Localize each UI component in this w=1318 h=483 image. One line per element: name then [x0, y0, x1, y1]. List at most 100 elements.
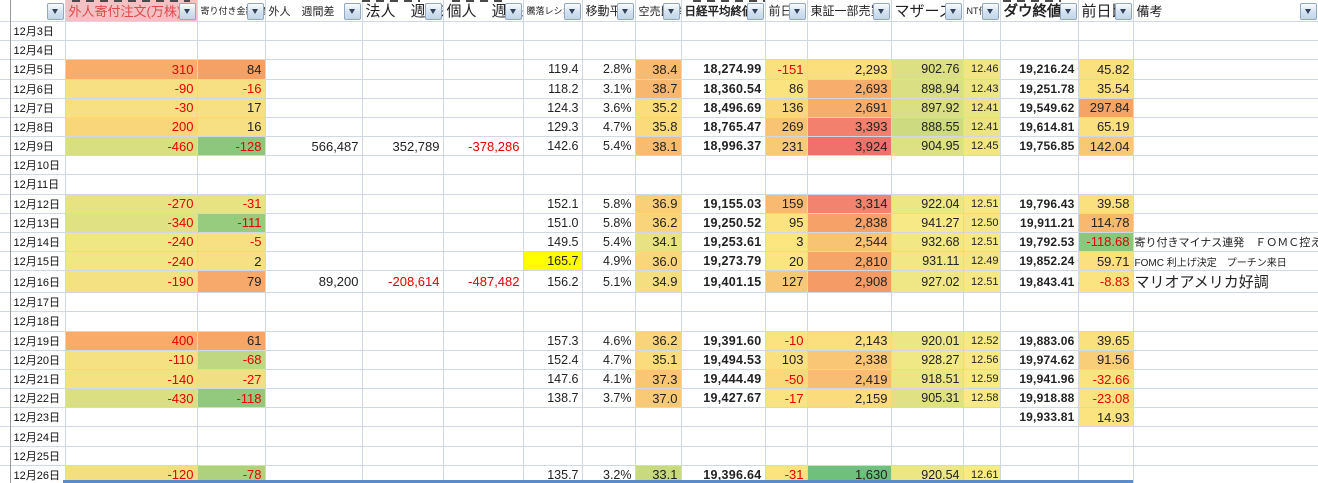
cell-tosho_volume[interactable] [807, 312, 891, 331]
filter-dropdown-button-dow_diff[interactable] [1115, 3, 1132, 20]
cell-opening_amount[interactable]: -16 [197, 79, 265, 98]
cell-short_ratio[interactable] [635, 41, 681, 60]
cell-short_ratio[interactable] [635, 312, 681, 331]
cell-kojin_week[interactable]: -487,482 [443, 271, 523, 293]
cell-nt_ratio[interactable]: 12.50 [963, 213, 1000, 232]
cell-short_ratio[interactable]: 38.7 [635, 79, 681, 98]
cell-gaijin_orders[interactable]: -240 [65, 252, 197, 271]
cell-gaijin_orders[interactable]: -340 [65, 213, 197, 232]
cell-hojin_week[interactable] [362, 427, 443, 446]
cell-nt_ratio[interactable]: 12.56 [963, 350, 1000, 369]
cell-nikkei_close[interactable] [681, 446, 765, 465]
cell-toraku_ratio[interactable] [523, 41, 582, 60]
cell-dow_diff[interactable] [1078, 41, 1133, 60]
cell-kojin_week[interactable] [443, 446, 523, 465]
cell-dow_diff[interactable]: 142.04 [1078, 137, 1133, 156]
cell-nt_ratio[interactable] [963, 156, 1000, 175]
cell-nikkei_diff[interactable] [765, 427, 807, 446]
cell-dow_close[interactable]: 19,852.24 [1000, 252, 1078, 271]
cell-gaijin_week[interactable] [265, 427, 362, 446]
cell-nt_ratio[interactable]: 12.51 [963, 271, 1000, 293]
cell-mothers[interactable]: 918.51 [891, 369, 963, 388]
cell-nt_ratio[interactable] [963, 293, 1000, 312]
cell-moving_avg[interactable] [582, 293, 635, 312]
cell-gaijin_week[interactable] [265, 350, 362, 369]
cell-short_ratio[interactable] [635, 175, 681, 194]
cell-nikkei_close[interactable] [681, 408, 765, 427]
cell-short_ratio[interactable]: 34.9 [635, 271, 681, 293]
cell-opening_amount[interactable] [197, 156, 265, 175]
cell-short_ratio[interactable]: 36.2 [635, 331, 681, 350]
cell-tosho_volume[interactable]: 2,143 [807, 331, 891, 350]
cell-kojin_week[interactable] [443, 22, 523, 41]
cell-short_ratio[interactable]: 37.0 [635, 389, 681, 408]
cell-opening_amount[interactable]: -128 [197, 137, 265, 156]
cell-short_ratio[interactable]: 38.4 [635, 60, 681, 79]
cell-remarks[interactable] [1133, 156, 1318, 175]
cell-gaijin_orders[interactable]: -430 [65, 389, 197, 408]
cell-remarks[interactable] [1133, 369, 1318, 388]
date-cell[interactable]: 12月5日 [10, 60, 65, 79]
cell-tosho_volume[interactable] [807, 408, 891, 427]
cell-kojin_week[interactable] [443, 156, 523, 175]
cell-toraku_ratio[interactable]: 151.0 [523, 213, 582, 232]
cell-nikkei_diff[interactable]: 3 [765, 232, 807, 251]
date-cell[interactable]: 12月12日 [10, 194, 65, 213]
cell-remarks[interactable] [1133, 446, 1318, 465]
cell-gaijin_orders[interactable] [65, 408, 197, 427]
cell-nikkei_diff[interactable] [765, 22, 807, 41]
cell-toraku_ratio[interactable] [523, 427, 582, 446]
cell-nikkei_close[interactable] [681, 22, 765, 41]
cell-nikkei_close[interactable]: 19,444.49 [681, 369, 765, 388]
cell-gaijin_orders[interactable]: -90 [65, 79, 197, 98]
cell-moving_avg[interactable]: 5.8% [582, 194, 635, 213]
cell-tosho_volume[interactable]: 2,544 [807, 232, 891, 251]
cell-nikkei_diff[interactable] [765, 312, 807, 331]
cell-toraku_ratio[interactable]: 118.2 [523, 79, 582, 98]
cell-hojin_week[interactable] [362, 194, 443, 213]
cell-nikkei_close[interactable]: 19,253.61 [681, 232, 765, 251]
date-cell[interactable]: 12月4日 [10, 41, 65, 60]
cell-moving_avg[interactable] [582, 175, 635, 194]
cell-nikkei_diff[interactable]: 269 [765, 117, 807, 136]
cell-dow_diff[interactable] [1078, 312, 1133, 331]
cell-nikkei_close[interactable] [681, 41, 765, 60]
cell-tosho_volume[interactable]: 3,924 [807, 137, 891, 156]
cell-moving_avg[interactable] [582, 156, 635, 175]
cell-tosho_volume[interactable] [807, 175, 891, 194]
cell-kojin_week[interactable] [443, 350, 523, 369]
cell-gaijin_week[interactable]: 566,487 [265, 137, 362, 156]
cell-short_ratio[interactable] [635, 446, 681, 465]
date-cell[interactable]: 12月26日 [10, 465, 65, 483]
cell-dow_diff[interactable] [1078, 427, 1133, 446]
cell-toraku_ratio[interactable]: 147.6 [523, 369, 582, 388]
cell-moving_avg[interactable]: 4.9% [582, 252, 635, 271]
date-cell[interactable]: 12月8日 [10, 117, 65, 136]
cell-tosho_volume[interactable]: 3,314 [807, 194, 891, 213]
date-cell[interactable]: 12月19日 [10, 331, 65, 350]
cell-nt_ratio[interactable]: 12.43 [963, 79, 1000, 98]
cell-nt_ratio[interactable]: 12.51 [963, 232, 1000, 251]
cell-dow_close[interactable]: 19,796.43 [1000, 194, 1078, 213]
cell-dow_close[interactable]: 19,941.96 [1000, 369, 1078, 388]
cell-opening_amount[interactable]: -68 [197, 350, 265, 369]
cell-dow_diff[interactable] [1078, 156, 1133, 175]
cell-mothers[interactable] [891, 446, 963, 465]
filter-dropdown-button-opening_amount[interactable] [247, 3, 264, 20]
cell-tosho_volume[interactable]: 2,419 [807, 369, 891, 388]
cell-short_ratio[interactable] [635, 408, 681, 427]
cell-opening_amount[interactable] [197, 293, 265, 312]
filter-dropdown-button-remarks[interactable] [1300, 3, 1317, 20]
cell-moving_avg[interactable]: 3.7% [582, 389, 635, 408]
cell-nikkei_close[interactable] [681, 312, 765, 331]
cell-mothers[interactable]: 904.95 [891, 137, 963, 156]
cell-gaijin_week[interactable] [265, 389, 362, 408]
cell-moving_avg[interactable] [582, 408, 635, 427]
filter-dropdown-button-gaijin_orders[interactable] [179, 3, 196, 20]
cell-nikkei_close[interactable]: 19,494.53 [681, 350, 765, 369]
cell-gaijin_week[interactable] [265, 175, 362, 194]
cell-dow_close[interactable] [1000, 446, 1078, 465]
cell-dow_diff[interactable]: 65.19 [1078, 117, 1133, 136]
cell-remarks[interactable] [1133, 175, 1318, 194]
cell-hojin_week[interactable] [362, 41, 443, 60]
